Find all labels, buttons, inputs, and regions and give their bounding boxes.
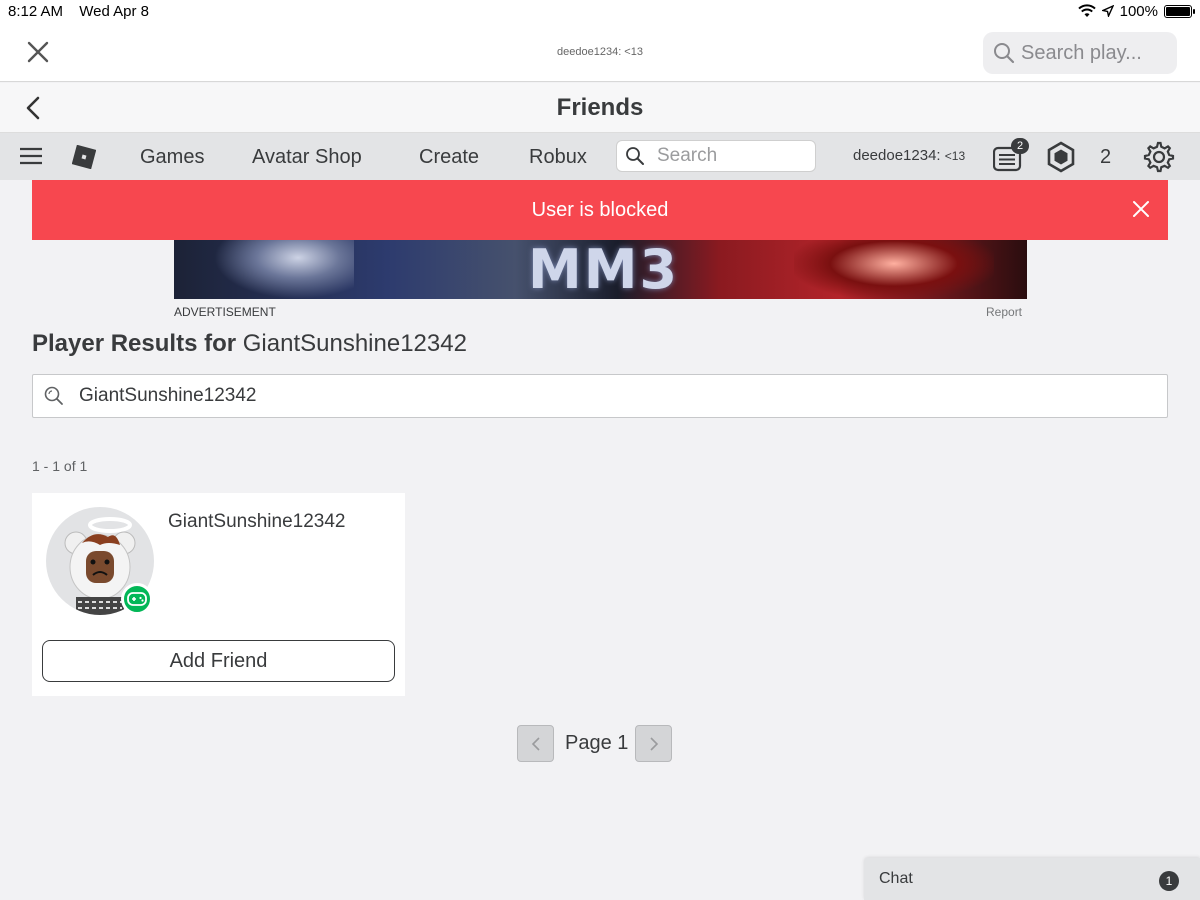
player-search-value: GiantSunshine12342 [79, 385, 257, 406]
ad-banner-text: MM3 [528, 240, 680, 299]
nav-link-robux[interactable]: Robux [529, 146, 587, 169]
pagination: Page 1 [517, 725, 673, 762]
friends-header: Friends [0, 83, 1200, 133]
next-page-button[interactable] [635, 725, 673, 762]
roblox-logo-icon[interactable] [72, 145, 96, 169]
prev-page-button[interactable] [517, 725, 554, 762]
browser-search-placeholder: Search play... [1021, 41, 1142, 64]
status-bar: 8:12 AM Wed Apr 8 100% [0, 0, 1200, 22]
status-left: 8:12 AM Wed Apr 8 [8, 3, 161, 20]
search-icon [994, 43, 1015, 64]
player-card: GiantSunshine12342 Add Friend [32, 493, 405, 696]
nav-username-suffix: <13 [944, 149, 966, 163]
gear-icon[interactable] [1143, 141, 1175, 173]
wifi-icon [1077, 4, 1096, 17]
messages-badge: 2 [1011, 138, 1029, 154]
nav-search-placeholder: Search [657, 145, 718, 166]
nav-username[interactable]: deedoe1234: <13 [853, 147, 965, 164]
messages-button[interactable]: 2 [993, 138, 1029, 172]
results-title-prefix: Player Results for [32, 330, 237, 357]
battery-icon [1164, 4, 1195, 18]
search-icon [626, 147, 644, 165]
status-time: 8:12 AM [8, 2, 64, 20]
results-title-query: GiantSunshine12342 [242, 330, 467, 357]
ad-report-link[interactable]: Report [986, 305, 1022, 319]
gamepad-icon [127, 592, 147, 606]
browser-search-input[interactable]: Search play... [983, 32, 1177, 74]
nav-username-name: deedoe1234: [853, 147, 941, 164]
advertisement-banner[interactable]: MM3 [174, 240, 1027, 299]
hamburger-menu-icon[interactable] [20, 147, 42, 165]
blocked-alert: User is blocked [32, 180, 1168, 240]
chevron-right-icon [650, 736, 659, 751]
chat-label: Chat [879, 870, 913, 887]
header-title: Friends [556, 94, 644, 121]
robux-count: 2 [1100, 146, 1112, 168]
close-icon[interactable] [1132, 200, 1150, 218]
add-friend-button[interactable]: Add Friend [42, 640, 395, 682]
robux-icon[interactable] [1045, 141, 1077, 173]
chevron-left-icon [531, 736, 540, 751]
chat-badge: 1 [1159, 871, 1179, 891]
location-icon [1101, 5, 1114, 17]
status-right: 100% [1077, 2, 1195, 20]
ad-figure-left [214, 240, 354, 299]
nav-link-games[interactable]: Games [140, 146, 204, 169]
nav-link-avatar-shop[interactable]: Avatar Shop [252, 146, 362, 169]
presence-ingame-badge [121, 583, 153, 615]
results-title: Player Results for GiantSunshine12342 [32, 330, 467, 358]
status-date: Wed Apr 8 [79, 2, 149, 20]
player-search-input[interactable]: GiantSunshine12342 [32, 374, 1168, 418]
results-count: 1 - 1 of 1 [32, 458, 88, 474]
ad-label: ADVERTISEMENT [174, 305, 276, 319]
page-label: Page 1 [565, 732, 629, 754]
nav-link-create[interactable]: Create [419, 146, 479, 169]
chat-bar[interactable]: Chat 1 [864, 858, 1200, 900]
browser-top-bar: deedoe1234: <13 Search play... [0, 22, 1200, 82]
battery-percent: 100% [1119, 2, 1158, 20]
player-name[interactable]: GiantSunshine12342 [168, 511, 345, 533]
ad-figure-right [794, 240, 994, 299]
roblox-nav-bar: Games Avatar Shop Create Robux Search de… [0, 133, 1200, 180]
alert-message: User is blocked [531, 198, 669, 221]
search-icon [44, 386, 63, 405]
nav-search-input[interactable]: Search [616, 140, 816, 172]
